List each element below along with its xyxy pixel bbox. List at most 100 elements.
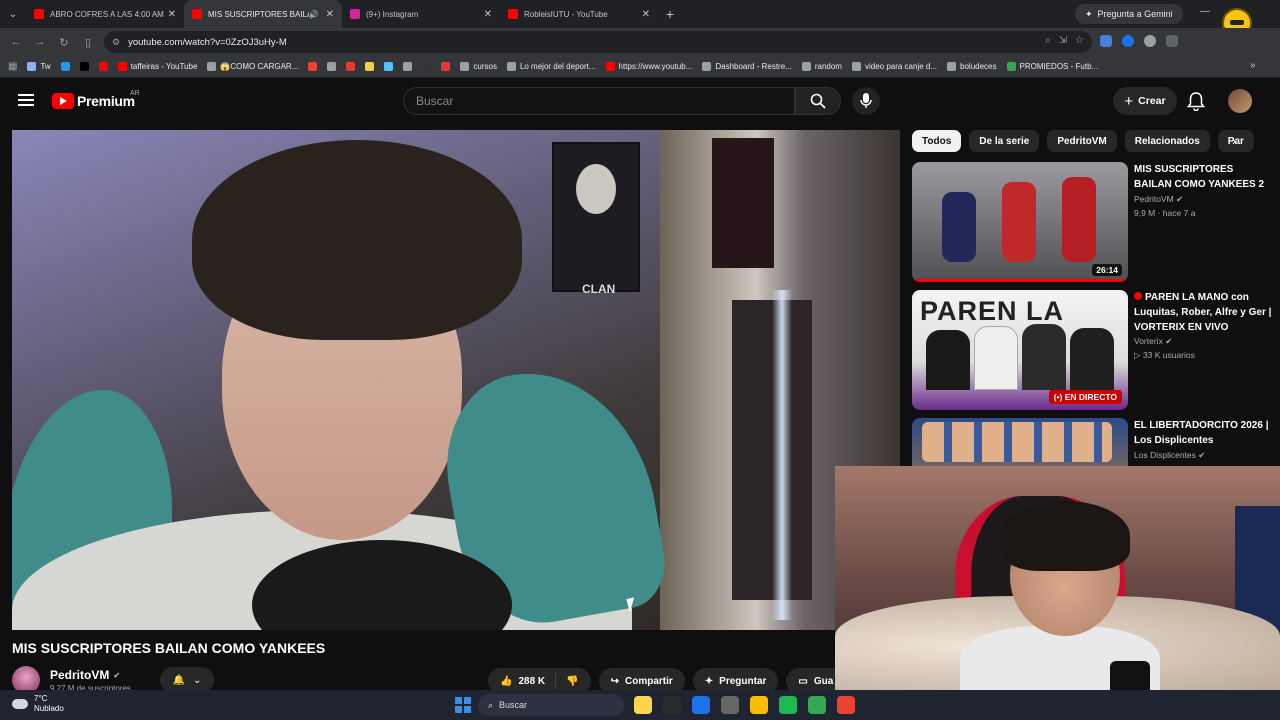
back-icon[interactable]: ← (4, 36, 28, 48)
apps-grid-icon[interactable]: ▦ (8, 61, 17, 72)
side-panel-icon[interactable]: ▯ (76, 36, 100, 49)
recommendation-item[interactable]: PAREN LA (•) EN DIRECTO PAREN LA MANO co… (912, 290, 1272, 410)
bookmark-item[interactable] (327, 62, 337, 71)
close-icon[interactable]: ✕ (642, 9, 650, 20)
bookmark-item[interactable] (365, 62, 375, 71)
install-icon[interactable]: ⇲ (1059, 35, 1067, 46)
video-thumbnail[interactable] (912, 418, 1128, 466)
reload-icon[interactable]: ↻ (52, 36, 76, 49)
close-icon[interactable]: ✕ (168, 9, 176, 20)
bookmark-label: cursos (473, 62, 497, 71)
bookmark-favicon-icon (506, 62, 516, 71)
search-button[interactable] (795, 87, 841, 115)
forward-icon[interactable]: → (28, 36, 52, 48)
recommendation-channel[interactable]: Vorterix ✔ (1134, 336, 1172, 347)
bookmark-item[interactable]: cursos (460, 62, 497, 71)
save-label: Gua (813, 675, 834, 687)
bookmark-item[interactable] (422, 62, 432, 71)
search-input[interactable]: Buscar (403, 87, 795, 115)
account-avatar[interactable] (1228, 89, 1252, 113)
extension-icon[interactable] (1144, 35, 1156, 47)
bookmark-item[interactable] (384, 62, 394, 71)
recommendation-item[interactable]: 26:14 MIS SUSCRIPTORES BAILAN COMO YANKE… (912, 162, 1272, 282)
bookmark-label: https://www.youtub... (618, 62, 693, 71)
chevron-right-icon[interactable]: › (1232, 134, 1236, 148)
filter-chip[interactable]: De la serie (969, 130, 1040, 152)
bookmark-item[interactable]: https://www.youtub... (605, 62, 693, 71)
channel-name-link[interactable]: PedritoVM ✔ (50, 668, 120, 682)
tab-3[interactable]: RobleisIUTU - YouTube ✕ (500, 0, 658, 28)
bookmark-item[interactable]: Dashboard - Restre... (702, 62, 792, 71)
speaker-icon[interactable]: 🔊 (309, 10, 319, 19)
extension-icon[interactable] (1122, 35, 1134, 47)
recommendation-title[interactable]: MIS SUSCRIPTORES BAILAN COMO YANKEES 2 (1134, 162, 1272, 192)
site-info-icon[interactable]: ⚙ (112, 37, 120, 48)
filter-chip[interactable]: Relacionados (1124, 130, 1210, 152)
zoom-icon[interactable]: ⌕ (1045, 35, 1051, 46)
bookmark-item[interactable]: PROMIEDOS - Futb... (1006, 62, 1098, 71)
taskbar-app-icon[interactable] (663, 696, 681, 714)
weather-widget[interactable]: 7°C Nublado (12, 694, 64, 714)
filter-chips: Todos De la serie PedritoVM Relacionados Par (912, 130, 1254, 152)
url-bar[interactable]: ⚙ youtube.com/watch?v=0ZzOJ3uHy-M ⌕ ⇲ ☆ (104, 31, 1092, 53)
taskbar-app-icon[interactable] (634, 696, 652, 714)
video-thumbnail[interactable]: 26:14 (912, 162, 1128, 282)
taskbar-app-icon[interactable] (750, 696, 768, 714)
more-bookmarks-icon[interactable]: » (1250, 60, 1256, 71)
tab-search-menu[interactable]: ⌄ (0, 0, 26, 28)
recommendation-channel[interactable]: PedritoVM ✔ (1134, 194, 1183, 205)
bookmark-item[interactable]: 😱COMO CARGAR... (207, 62, 298, 71)
like-button[interactable]: 👍 288 K (488, 673, 557, 689)
filter-chip[interactable]: PedritoVM (1047, 130, 1117, 152)
brand-label[interactable]: Premium (77, 93, 135, 109)
puzzle-icon[interactable] (1166, 35, 1178, 47)
taskbar-app-icon[interactable] (779, 696, 797, 714)
tab-1[interactable]: MIS SUSCRIPTORES BAILAN 🔊 ✕ (184, 0, 342, 28)
bookmark-item[interactable] (60, 62, 70, 71)
translate-extension-icon[interactable] (1100, 35, 1112, 47)
bookmark-item[interactable] (441, 62, 451, 71)
youtube-logo-icon[interactable] (52, 93, 74, 109)
tab-0[interactable]: ABRO COFRES A LAS 4:00 AM Y ✕ (26, 0, 184, 28)
bookmark-item[interactable]: Tw (27, 62, 51, 71)
bookmark-favicon-icon (327, 62, 337, 71)
bookmark-item[interactable] (79, 62, 89, 71)
video-player[interactable]: CLAN (12, 130, 900, 630)
bookmark-item[interactable] (308, 62, 318, 71)
taskbar-search[interactable]: ⌕ Buscar (478, 694, 624, 716)
bookmark-item[interactable]: video para canje d... (851, 62, 937, 71)
bookmark-star-icon[interactable]: ☆ (1075, 35, 1084, 46)
recommendation-item[interactable]: EL LIBERTADORCITO 2026 | Los Displicente… (912, 418, 1272, 466)
voice-search-button[interactable] (852, 87, 880, 115)
recommendation-title[interactable]: EL LIBERTADORCITO 2026 | Los Displicente… (1134, 418, 1272, 448)
dislike-button[interactable]: 👎 (556, 676, 590, 687)
bookmark-item[interactable]: taffeiras - YouTube (117, 62, 197, 71)
taskbar-app-icon[interactable] (692, 696, 710, 714)
menu-icon[interactable] (18, 94, 34, 106)
bookmark-item[interactable]: random (801, 62, 842, 71)
dancer (942, 192, 976, 262)
close-icon[interactable]: ✕ (484, 9, 492, 20)
taskbar-app-icon[interactable] (808, 696, 826, 714)
tab-2[interactable]: (9+) Instagram ✕ (342, 0, 500, 28)
new-tab-button[interactable]: + (658, 6, 682, 22)
bookmark-item[interactable] (98, 62, 108, 71)
filter-chip[interactable]: Todos (912, 130, 962, 152)
bookmark-item[interactable]: boludeces (947, 62, 997, 71)
taskbar-app-icon[interactable] (837, 696, 855, 714)
bookmark-item[interactable]: Lo mejor del deport... (506, 62, 596, 71)
notifications-bell-icon[interactable] (1187, 91, 1205, 111)
bookmark-item[interactable] (346, 62, 356, 71)
taskbar-app-icon[interactable] (721, 696, 739, 714)
gemini-button[interactable]: ✦ Pregunta a Gemini (1075, 4, 1183, 24)
live-badge-label: EN DIRECTO (1064, 392, 1117, 402)
create-button[interactable]: + Crear (1113, 87, 1177, 115)
bookmark-favicon-icon (702, 62, 712, 71)
recommendation-channel[interactable]: Los Displicentes ✔ (1134, 450, 1205, 461)
close-icon[interactable]: ✕ (326, 9, 334, 20)
bookmark-item[interactable] (403, 62, 413, 71)
minimize-icon[interactable]: — (1200, 6, 1210, 17)
windows-start-icon[interactable] (455, 697, 471, 713)
recommendation-title[interactable]: PAREN LA MANO con Luquitas, Rober, Alfre… (1134, 290, 1272, 335)
video-thumbnail[interactable]: PAREN LA (•) EN DIRECTO (912, 290, 1128, 410)
